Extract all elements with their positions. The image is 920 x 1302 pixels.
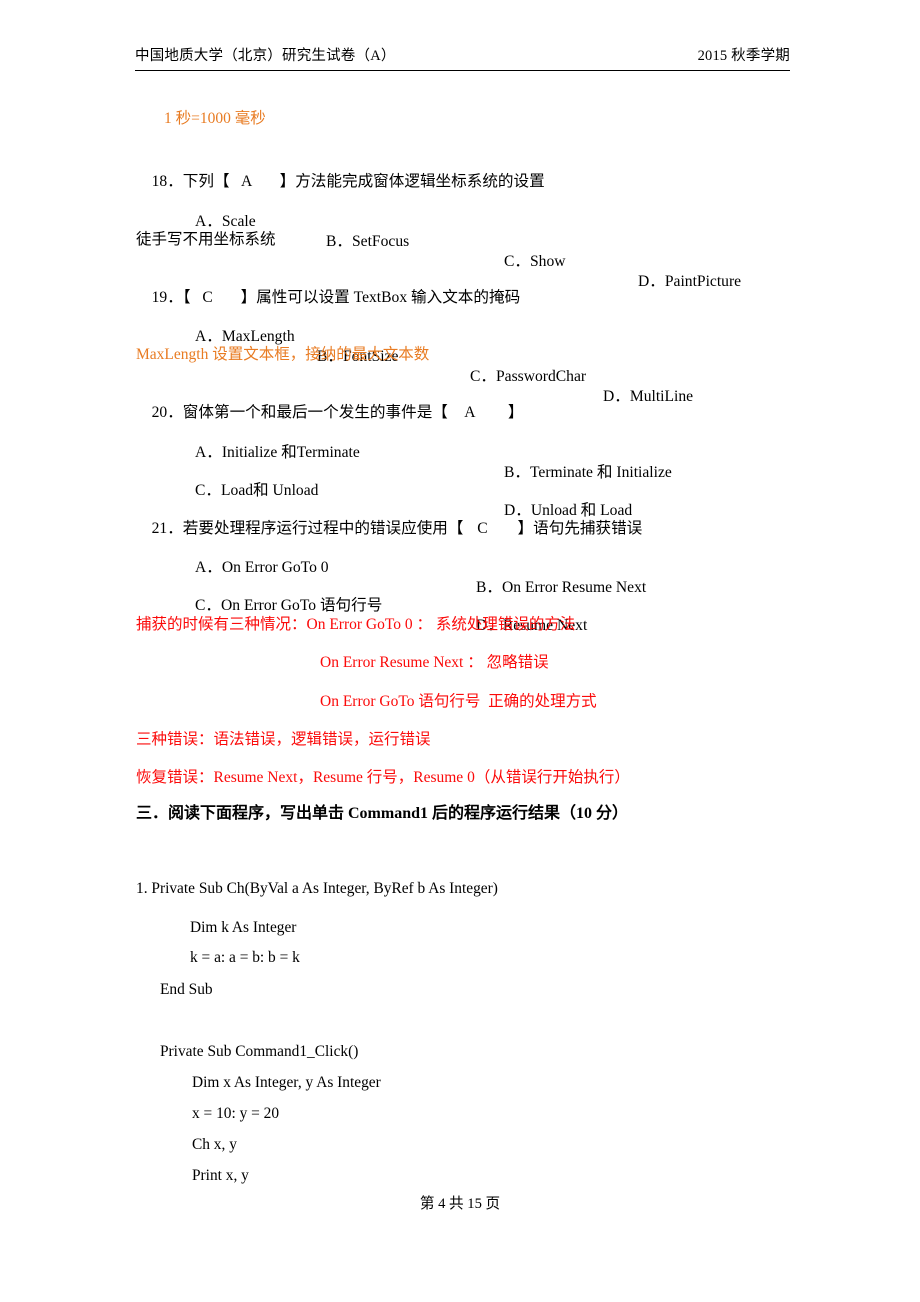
question-20-stem-before: 窗体第一个和最后一个发生的事件是【 <box>182 404 448 421</box>
question-19-stem-after: 】属性可以设置 TextBox 输入文本的掩码 <box>240 289 521 306</box>
code-1-line-1: 1. Private Sub Ch(ByVal a As Integer, By… <box>136 880 498 897</box>
note-recover-errors: 恢复错误：Resume Next，Resume 行号，Resume 0（从错误行… <box>136 769 630 786</box>
note-three-error-types: 三种错误：语法错误，逻辑错误，运行错误 <box>136 731 431 748</box>
question-20-options-row2: C．Load和 Unload D．Unload 和 Load <box>136 461 796 519</box>
note-catch-line-2: On Error Resume Next ： 忽略错误 <box>320 654 549 671</box>
code-1-line-4: End Sub <box>160 981 213 998</box>
page-footer: 第 4 共 15 页 <box>419 1196 501 1212</box>
question-19-answer: C <box>202 289 213 306</box>
question-19-option-a: A．MaxLength <box>195 328 295 345</box>
question-21-option-c: C．On Error GoTo 语句行号 <box>195 597 383 614</box>
code-2-line-3: x = 10: y = 20 <box>192 1105 280 1122</box>
note-catch-line-3: On Error GoTo 语句行号 正确的处理方式 <box>320 693 597 710</box>
question-18-option-b: B．SetFocus <box>326 233 410 250</box>
question-18-option-a: A．Scale <box>195 213 256 230</box>
question-21-options-row1: A．On Error GoTo 0 B．On Error Resume Next <box>136 538 796 596</box>
header-institution: 中国地质大学（北京）研究生试卷（A） <box>135 48 396 64</box>
question-20-answer: A <box>464 404 476 421</box>
question-20-option-c: C．Load和 Unload <box>195 482 319 499</box>
question-21-stem-after: 】语句先捕获错误 <box>517 520 643 537</box>
exam-page: 中国地质大学（北京）研究生试卷（A） 2015 秋季学期 1 秒=1000 毫秒… <box>0 0 920 1302</box>
question-20-number: 20． <box>151 404 183 421</box>
note-catch-line-1: 捕获的时候有三种情况：On Error GoTo 0 ： 系统处理错误的方法 <box>136 616 576 633</box>
code-1-line-3: k = a: a = b: b = k <box>190 949 300 966</box>
code-1-line-2: Dim k As Integer <box>190 919 297 936</box>
code-2-line-1: Private Sub Command1_Click() <box>160 1043 359 1060</box>
question-18-answer: A <box>240 173 253 190</box>
code-2-line-4: Ch x, y <box>192 1136 237 1153</box>
question-21-option-a: A．On Error GoTo 0 <box>195 559 329 576</box>
question-19-option-d: D．MultiLine <box>603 388 694 405</box>
question-20-option-a: A．Initialize 和Terminate <box>195 444 360 461</box>
code-2-line-5: Print x, y <box>192 1167 249 1184</box>
page-header: 中国地质大学（北京）研究生试卷（A） 2015 秋季学期 <box>135 46 790 71</box>
code-2-line-2: Dim x As Integer, y As Integer <box>192 1074 381 1091</box>
question-20-stem-after: 】 <box>507 404 524 421</box>
question-18-number: 18． <box>151 173 183 190</box>
question-20-options-row1: A．Initialize 和Terminate B．Terminate 和 In… <box>136 423 796 481</box>
question-21-options-row2: C．On Error GoTo 语句行号 D．Resume Next <box>136 576 796 634</box>
question-18-stem-before: 下列【 <box>182 173 230 190</box>
note-freehand-no-coordinates: 徒手写不用坐标系统 <box>136 231 276 248</box>
header-term: 2015 秋季学期 <box>697 48 790 64</box>
question-19-options: A．MaxLength B．FontSize C．PasswordChar D．… <box>136 307 796 405</box>
question-19-stem-before: 【 <box>182 289 191 306</box>
question-21-answer: C <box>477 520 488 537</box>
question-19-number: 19． <box>151 289 183 306</box>
section-heading-three: 三．阅读下面程序，写出单击 Command1 后的程序运行结果（10 分） <box>136 805 629 822</box>
question-21-stem-before: 若要处理程序运行过程中的错误应使用【 <box>182 520 464 537</box>
question-18-options: A．Scale B．SetFocus C．Show D．PaintPicture <box>136 192 796 290</box>
note-second-millisecond: 1 秒=1000 毫秒 <box>164 110 266 127</box>
question-21-number: 21． <box>151 520 183 537</box>
question-18-stem-after: 】方法能完成窗体逻辑坐标系统的设置 <box>279 173 545 190</box>
note-maxlength: MaxLength 设置文本框，接纳的最大文本数 <box>136 346 430 363</box>
question-18-option-d: D．PaintPicture <box>638 273 742 290</box>
